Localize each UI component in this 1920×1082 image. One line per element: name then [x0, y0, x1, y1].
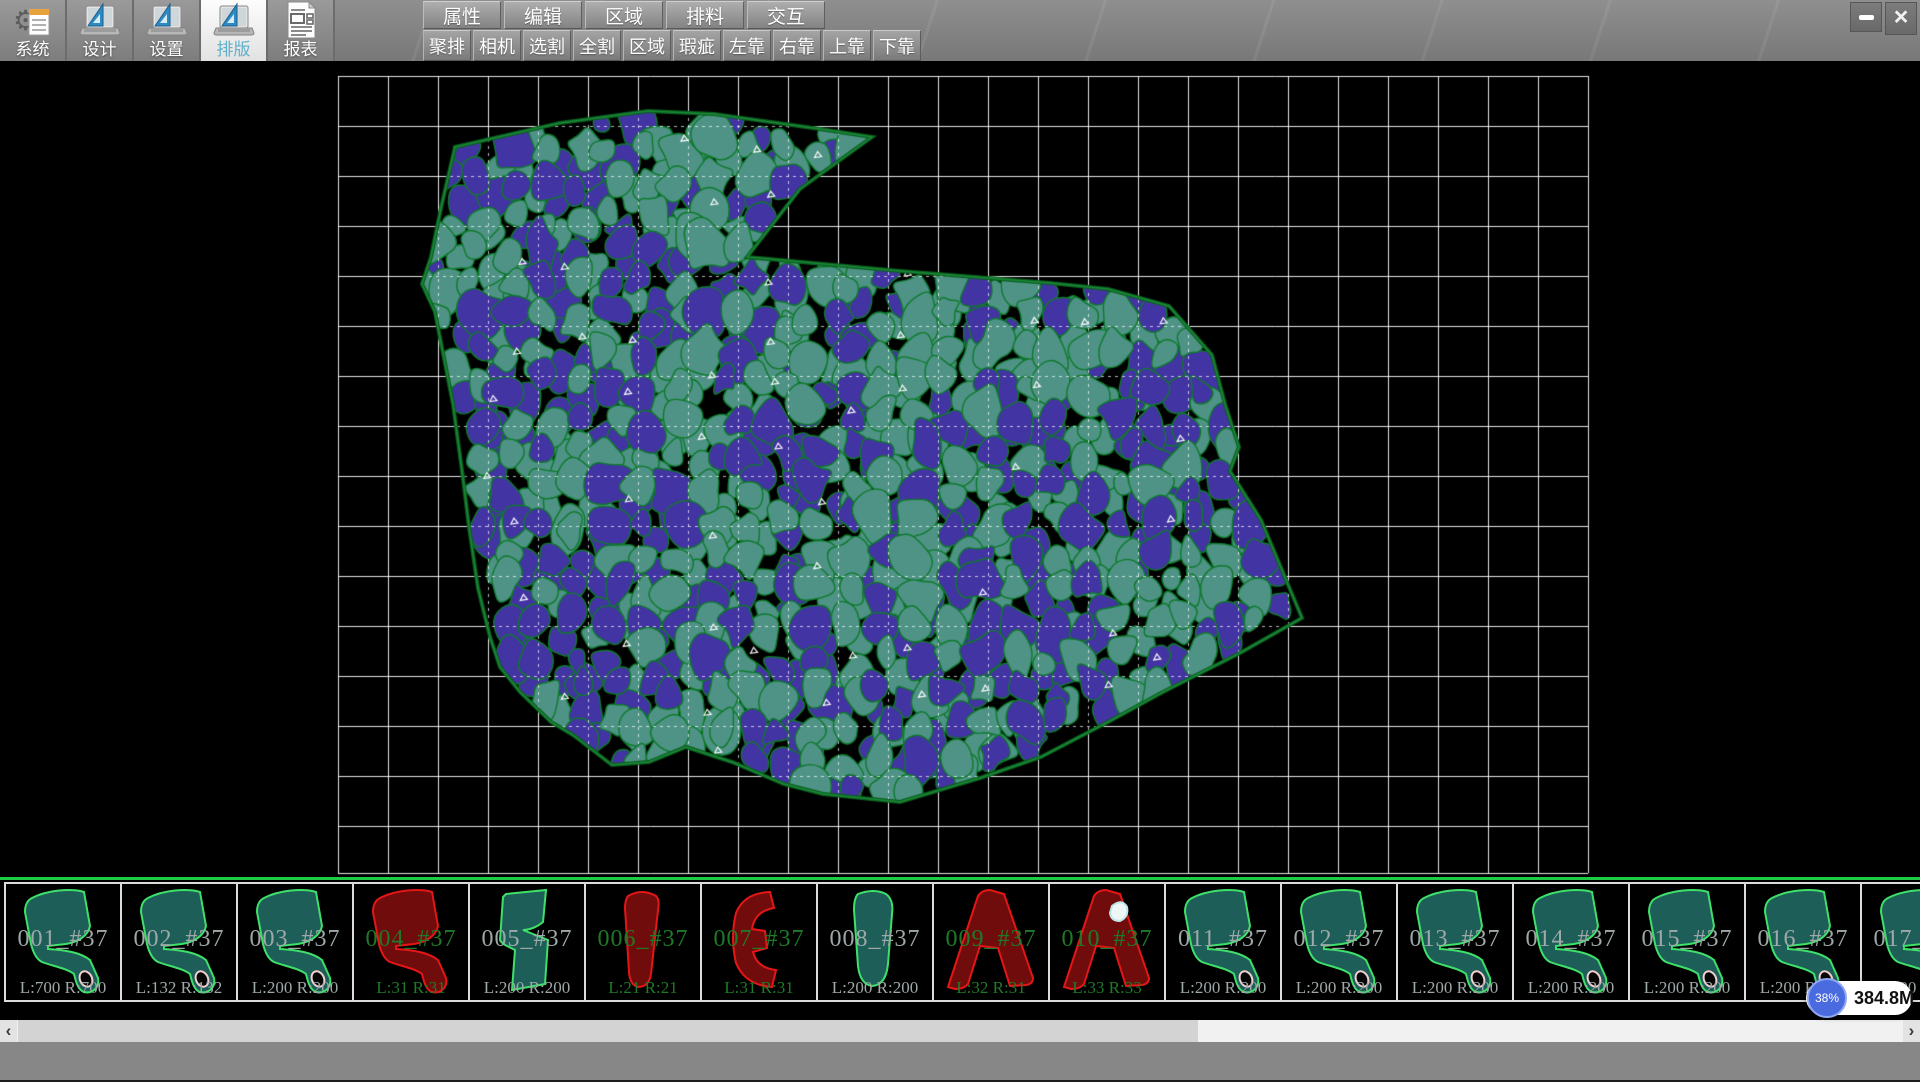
scrollbar-thumb[interactable] — [18, 1020, 1198, 1042]
piece-id-label: 001_#37 — [6, 926, 120, 953]
nesting-canvas[interactable] — [0, 61, 1920, 877]
piece-list: 001_#37L:700 R:700002_#37L:132 R:132003_… — [4, 882, 1920, 1002]
app-button-label: 报表 — [284, 40, 318, 61]
window-controls: × — [1850, 2, 1917, 35]
piece-thumbnail-003_#37[interactable]: 003_#37 L:200 R:200 — [236, 882, 354, 1002]
piece-id-label: 009_#37 — [934, 926, 1048, 953]
menu-tab-5[interactable]: 交互 — [747, 1, 825, 29]
piece-lr-count-label: L:200 R:200 — [238, 978, 352, 998]
tool-button-4[interactable]: 全割 — [573, 30, 621, 61]
tool-button-7[interactable]: 左靠 — [723, 30, 771, 61]
system-gear-icon: ⚙ — [11, 2, 55, 40]
piece-thumbnail-012_#37[interactable]: 012_#37 L:200 R:200 — [1280, 882, 1398, 1002]
menu-tab-4[interactable]: 排料 — [666, 1, 744, 29]
piece-id-label: 016_#37 — [1746, 926, 1860, 953]
piece-id-label: 014_#37 — [1514, 926, 1628, 953]
piece-lr-count-label: L:200 R:200 — [1514, 978, 1628, 998]
tool-button-9[interactable]: 上靠 — [823, 30, 871, 61]
piece-id-label: 008_#37 — [818, 926, 932, 953]
tool-button-2[interactable]: 相机 — [473, 30, 521, 61]
status-bar — [0, 1042, 1920, 1082]
minimize-icon — [1859, 15, 1874, 20]
app-button-3[interactable]: 设置 — [134, 0, 201, 61]
app-button-label: 排版 — [217, 40, 251, 61]
menu-tabs: 属性编辑区域排料交互 — [423, 1, 828, 29]
app-window: { "app_buttons": [ {"label":"系统","icon":… — [0, 0, 1920, 1080]
piece-lr-count-label: L:200 R:200 — [470, 978, 584, 998]
app-mode-buttons: ⚙系统设计设置排版报表 — [0, 0, 335, 61]
piece-id-label: 005_#37 — [470, 926, 584, 953]
piece-lr-count-label: L:132 R:132 — [122, 978, 236, 998]
piece-thumbnail-009_#37[interactable]: 009_#37 L:32 R:31 — [932, 882, 1050, 1002]
piece-thumbnail-004_#37[interactable]: 004_#37 L:31 R:31 — [352, 882, 470, 1002]
tool-button-1[interactable]: 聚排 — [423, 30, 471, 61]
tool-button-10[interactable]: 下靠 — [873, 30, 921, 61]
piece-id-label: 017_#37 — [1862, 926, 1920, 953]
app-button-2[interactable]: 设计 — [67, 0, 134, 61]
piece-thumbnail-005_#37[interactable]: 005_#37 L:200 R:200 — [468, 882, 586, 1002]
tool-button-3[interactable]: 选割 — [523, 30, 571, 61]
minimize-button[interactable] — [1850, 2, 1882, 32]
piece-lr-count-label: L:33 R:33 — [1050, 978, 1164, 998]
piece-lr-count-label: L:31 R:31 — [354, 978, 468, 998]
piece-lr-count-label: L:700 R:700 — [6, 978, 120, 998]
cpu-percent-value: 38% — [1815, 991, 1839, 1005]
piece-lr-count-label: L:200 R:200 — [818, 978, 932, 998]
app-button-label: 设置 — [150, 40, 184, 61]
piece-id-label: 007_#37 — [702, 926, 816, 953]
app-button-label: 系统 — [16, 40, 50, 61]
piece-id-label: 011_#37 — [1166, 926, 1280, 953]
piece-lr-count-label: L:32 R:31 — [934, 978, 1048, 998]
piece-thumbnail-007_#37[interactable]: 007_#37 L:31 R:31 — [700, 882, 818, 1002]
close-button[interactable]: × — [1885, 2, 1917, 35]
piece-id-label: 002_#37 — [122, 926, 236, 953]
piece-lr-count-label: L:200 R:200 — [1282, 978, 1396, 998]
piece-thumbnail-013_#37[interactable]: 013_#37 L:200 R:200 — [1396, 882, 1514, 1002]
scroll-right-button[interactable]: › — [1903, 1020, 1920, 1042]
app-button-4[interactable]: 排版 — [201, 0, 268, 61]
piece-lr-count-label: L:200 R:200 — [1166, 978, 1280, 998]
piece-thumbnail-002_#37[interactable]: 002_#37 L:132 R:132 — [120, 882, 238, 1002]
piece-lr-count-label: L:21 R:21 — [586, 978, 700, 998]
memory-usage-badge: 38% 384.8M — [1806, 981, 1912, 1015]
piece-thumbnail-001_#37[interactable]: 001_#37 L:700 R:700 — [4, 882, 122, 1002]
piece-id-label: 012_#37 — [1282, 926, 1396, 953]
horizontal-scrollbar[interactable]: ‹ › — [0, 1020, 1920, 1042]
menu-tab-2[interactable]: 编辑 — [504, 1, 582, 29]
memory-value: 384.8M — [1854, 981, 1914, 1015]
piece-thumbnail-015_#37[interactable]: 015_#37 L:200 R:200 — [1628, 882, 1746, 1002]
strip-top-divider — [0, 877, 1920, 880]
piece-thumbnail-006_#37[interactable]: 006_#37 L:21 R:21 — [584, 882, 702, 1002]
piece-id-label: 013_#37 — [1398, 926, 1512, 953]
settings-ruler-icon — [145, 2, 189, 40]
nesting-ruler-icon — [212, 2, 256, 40]
menu-tab-1[interactable]: 属性 — [423, 1, 501, 29]
piece-id-label: 015_#37 — [1630, 926, 1744, 953]
app-button-5[interactable]: 报表 — [268, 0, 335, 61]
tool-button-6[interactable]: 瑕疵 — [673, 30, 721, 61]
report-doc-icon — [281, 0, 321, 40]
piece-id-label: 010_#37 — [1050, 926, 1164, 953]
piece-thumbnail-011_#37[interactable]: 011_#37 L:200 R:200 — [1164, 882, 1282, 1002]
piece-id-label: 003_#37 — [238, 926, 352, 953]
piece-id-label: 004_#37 — [354, 926, 468, 953]
piece-thumbnail-strip: 001_#37L:700 R:700002_#37L:132 R:132003_… — [0, 877, 1920, 1005]
piece-lr-count-label: L:200 R:200 — [1398, 978, 1512, 998]
piece-thumbnail-010_#37[interactable]: 010_#37 L:33 R:33 — [1048, 882, 1166, 1002]
piece-thumbnail-008_#37[interactable]: 008_#37 L:200 R:200 — [816, 882, 934, 1002]
app-button-1[interactable]: ⚙系统 — [0, 0, 67, 61]
scroll-left-button[interactable]: ‹ — [0, 1020, 17, 1042]
tool-buttons-row: 聚排相机选割全割区域瑕疵左靠右靠上靠下靠 — [423, 30, 923, 61]
piece-lr-count-label: L:200 R:200 — [1630, 978, 1744, 998]
app-button-label: 设计 — [83, 40, 117, 61]
piece-thumbnail-014_#37[interactable]: 014_#37 L:200 R:200 — [1512, 882, 1630, 1002]
titlebar: ⚙系统设计设置排版报表 属性编辑区域排料交互 聚排相机选割全割区域瑕疵左靠右靠上… — [0, 0, 1920, 61]
menu-tab-3[interactable]: 区域 — [585, 1, 663, 29]
cpu-percent-ring: 38% — [1807, 978, 1847, 1018]
piece-id-label: 006_#37 — [586, 926, 700, 953]
design-ruler-icon — [78, 2, 122, 40]
tool-button-5[interactable]: 区域 — [623, 30, 671, 61]
tool-button-8[interactable]: 右靠 — [773, 30, 821, 61]
piece-lr-count-label: L:31 R:31 — [702, 978, 816, 998]
